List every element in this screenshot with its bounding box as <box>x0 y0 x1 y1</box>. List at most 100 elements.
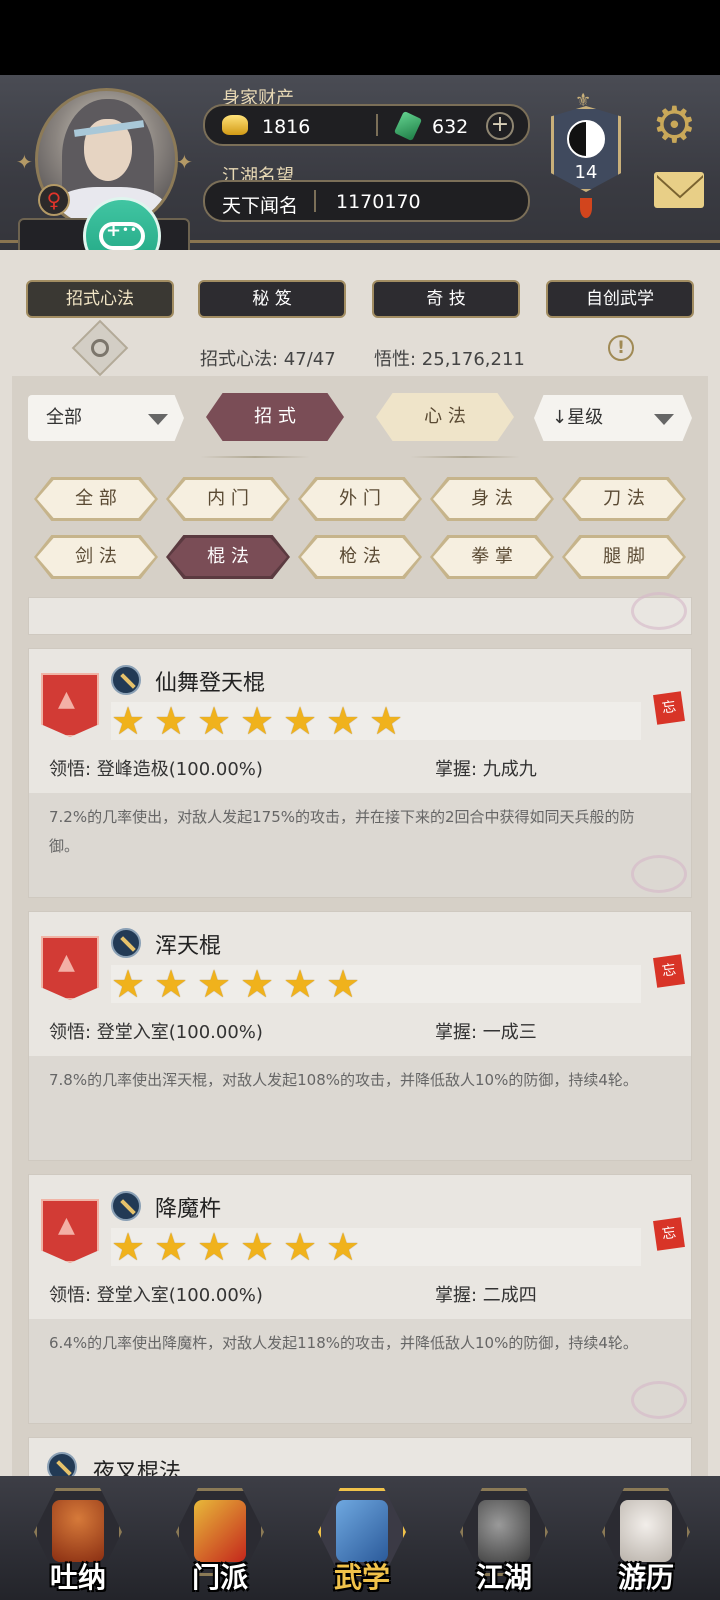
insight-level: 领悟: 登堂入室(100.00%) <box>49 1285 263 1306</box>
skill-card[interactable]: 夜叉棍法 <box>28 1437 692 1477</box>
gold-ingot-icon <box>222 115 248 135</box>
chip-sword[interactable]: 剑 法 <box>34 535 158 579</box>
skill-card[interactable]: 降魔杵 ★★★★★★ 忘 领悟: 登堂入室(100.00%) 掌握: 二成四 6… <box>28 1174 692 1424</box>
skill-name: 仙舞登天棍 <box>155 671 266 696</box>
settings-gear-icon[interactable]: ⚙ <box>652 100 702 150</box>
chip-fist-palm[interactable]: 拳 掌 <box>430 535 554 579</box>
chip-inner[interactable]: 内 门 <box>166 477 290 521</box>
upgrade-banner-icon[interactable] <box>41 936 99 1000</box>
rank-tassel <box>580 198 592 218</box>
cloud-ornament <box>631 592 687 630</box>
sort-value: 星级 <box>567 407 604 428</box>
yin-yang-icon <box>567 120 605 158</box>
nav-martial-arts[interactable]: 武学 <box>312 1482 412 1598</box>
nav-sect[interactable]: 门派 <box>170 1482 270 1598</box>
forget-skill-icon[interactable]: 忘 <box>653 954 685 988</box>
star-icon: ★ <box>111 1225 146 1269</box>
star-icon: ★ <box>111 962 146 1006</box>
star-icon: ★ <box>197 1225 232 1269</box>
jade-amount: 632 <box>432 116 469 138</box>
add-currency-button[interactable]: + <box>486 112 514 140</box>
star-icon: ★ <box>283 699 318 743</box>
chip-spear[interactable]: 枪 法 <box>298 535 422 579</box>
chip-leg-kick[interactable]: 腿 脚 <box>562 535 686 579</box>
skill-description: 6.4%的几率使出降魔杵，对敌人发起118%的攻击，并降低敌人10%的防御，持续… <box>49 1334 638 1352</box>
star-icon: ★ <box>197 962 232 1006</box>
star-icon: ★ <box>326 1225 361 1269</box>
mastery-level: 掌握: 一成三 <box>435 1022 537 1043</box>
upgrade-banner-icon[interactable] <box>41 1199 99 1263</box>
fame-value: 1170170 <box>336 191 421 213</box>
star-icon: ★ <box>154 699 189 743</box>
nav-label: 门派 <box>191 1561 248 1594</box>
insight-level: 领悟: 登堂入室(100.00%) <box>49 1022 263 1043</box>
star-icon: ★ <box>326 962 361 1006</box>
chevron-down-icon <box>148 414 168 425</box>
sort-arrow-icon: ↓ <box>552 407 568 428</box>
insight-level: 领悟: 登峰造极(100.00%) <box>49 759 263 780</box>
rank-level: 14 <box>574 162 598 183</box>
tab-secret-books[interactable]: 秘 笈 <box>198 280 346 318</box>
star-icon: ★ <box>154 1225 189 1269</box>
tab-skills-methods[interactable]: 招式心法 <box>26 280 174 318</box>
segment-moves[interactable]: 招 式 <box>206 393 344 441</box>
staff-weapon-icon <box>111 665 141 695</box>
straw-hat-icon <box>478 1500 530 1562</box>
female-gender-icon: ♀ <box>38 184 70 216</box>
fame-title: 天下闻名 <box>222 195 299 217</box>
chip-blade[interactable]: 刀 法 <box>562 477 686 521</box>
segment-mind-methods[interactable]: 心 法 <box>376 393 514 441</box>
cloud-ornament <box>631 1381 687 1419</box>
star-rating: ★ ★ ★ ★ ★ ★ ★ <box>111 702 641 740</box>
forget-skill-icon[interactable]: 忘 <box>653 1217 685 1251</box>
star-icon: ★ <box>111 699 146 743</box>
chip-outer[interactable]: 外 门 <box>298 477 422 521</box>
monk-icon <box>52 1500 104 1562</box>
staff-weapon-icon <box>111 928 141 958</box>
info-alert-icon[interactable]: ! <box>608 335 634 361</box>
skill-name: 夜叉棍法 <box>93 1460 182 1477</box>
mail-icon[interactable] <box>654 172 704 208</box>
category-dropdown-value: 全部 <box>46 407 82 428</box>
skill-name: 降魔杵 <box>155 1197 222 1222</box>
nav-label: 武学 <box>333 1561 390 1594</box>
currency-separator <box>376 114 378 136</box>
star-icon: ★ <box>326 699 361 743</box>
forget-skill-icon[interactable]: 忘 <box>653 691 685 725</box>
nav-label: 吐纳 <box>49 1561 106 1594</box>
nav-travel[interactable]: 游历 <box>596 1482 696 1598</box>
skill-card[interactable]: 浑天棍 ★★★★★★ 忘 领悟: 登堂入室(100.00%) 掌握: 一成三 7… <box>28 911 692 1161</box>
star-icon: ★ <box>369 699 404 743</box>
horse-icon <box>620 1500 672 1562</box>
mastery-level: 掌握: 二成四 <box>435 1285 537 1306</box>
skill-description: 7.2%的几率使出，对敌人发起175%的攻击，并在接下来的2回合中获得如同天兵般… <box>49 808 635 855</box>
upgrade-banner-icon[interactable] <box>41 673 99 737</box>
frame-ornament-right: ✦ <box>176 150 193 174</box>
gamepad-icon <box>99 220 145 250</box>
currency-bar <box>203 104 530 146</box>
chevron-down-icon <box>654 414 674 425</box>
mastery-level: 掌握: 九成九 <box>435 759 537 780</box>
skill-card[interactable]: 仙舞登天棍 ★★★★★★★ 忘 领悟: 登峰造极(100.00%) 掌握: 九成… <box>28 648 692 898</box>
nav-label: 游历 <box>617 1561 674 1594</box>
insight-total: 悟性: 25,176,211 <box>374 349 525 370</box>
skill-description: 7.8%的几率使出浑天棍，对敌人发起108%的攻击，并降低敌人10%的防御，持续… <box>49 1071 638 1089</box>
star-icon: ★ <box>283 1225 318 1269</box>
tab-special-techniques[interactable]: 奇 技 <box>372 280 520 318</box>
frame-ornament-left: ✦ <box>16 150 33 174</box>
chip-body-technique[interactable]: 身 法 <box>430 477 554 521</box>
star-icon: ★ <box>154 962 189 1006</box>
book-icon <box>336 1500 388 1562</box>
nav-label: 江湖 <box>475 1561 532 1594</box>
nav-jianghu[interactable]: 江湖 <box>454 1482 554 1598</box>
chip-staff[interactable]: 棍 法 <box>166 535 290 579</box>
tab-self-created-arts[interactable]: 自创武学 <box>546 280 694 318</box>
gold-amount: 1816 <box>262 116 311 138</box>
star-rating: ★ ★ ★ ★ ★ ★ <box>111 1228 641 1266</box>
list-top-strip <box>28 592 692 635</box>
chip-all[interactable]: 全 部 <box>34 477 158 521</box>
sect-banner-icon <box>194 1500 246 1562</box>
staff-weapon-icon <box>111 1191 141 1221</box>
nav-breathing[interactable]: 吐纳 <box>28 1482 128 1598</box>
skills-count: 招式心法: 47/47 <box>200 349 336 370</box>
